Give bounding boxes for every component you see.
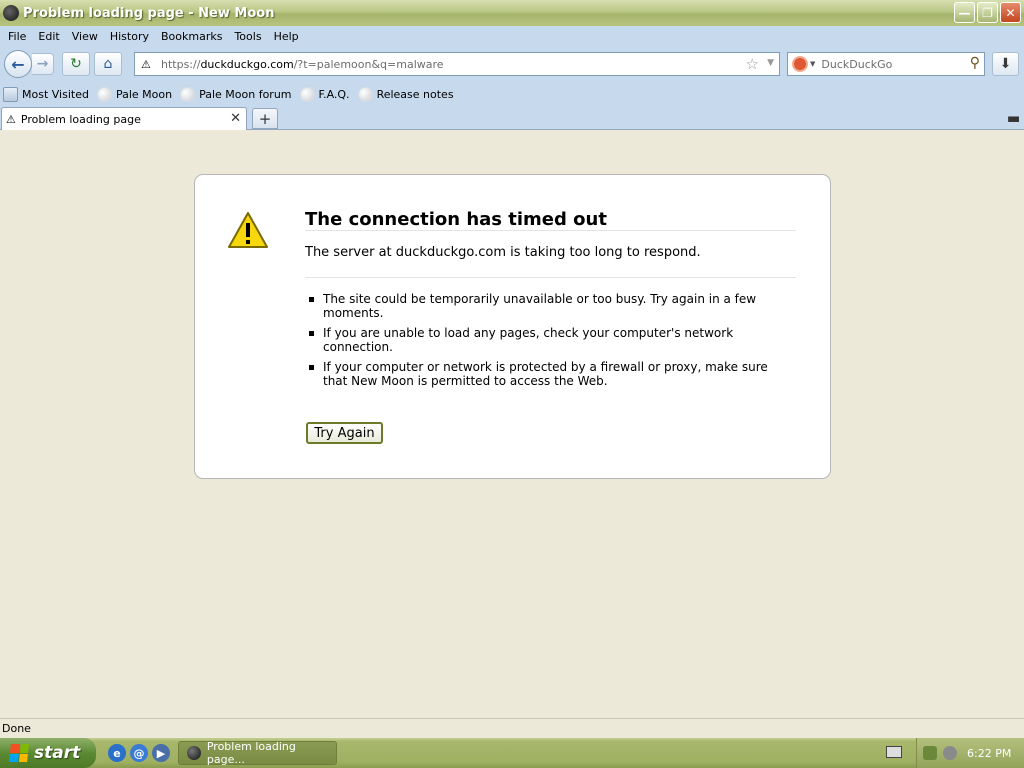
tab-close-icon[interactable]: ✕: [230, 111, 241, 126]
menu-file[interactable]: File: [2, 30, 32, 43]
internet-explorer-icon[interactable]: e: [108, 744, 126, 762]
url-path: /?t=palemoon&q=malware: [293, 57, 444, 71]
list-item: If your computer or network is protected…: [305, 360, 775, 388]
menu-bar: File Edit View History Bookmarks Tools H…: [0, 26, 1024, 46]
globe-icon: [299, 86, 315, 102]
network-icon[interactable]: [923, 746, 937, 760]
menu-view[interactable]: View: [66, 30, 104, 43]
bookmark-label: Pale Moon: [115, 87, 173, 101]
warning-icon[interactable]: ⚠: [141, 58, 155, 71]
tab-list-icon[interactable]: ▪▪: [1007, 112, 1020, 125]
restore-button[interactable]: ❐: [977, 2, 998, 23]
warning-icon: [228, 212, 268, 248]
bookmark-most-visited[interactable]: Most Visited: [3, 86, 89, 102]
outlook-express-icon[interactable]: @: [130, 744, 148, 762]
bookmark-star-icon[interactable]: ☆: [746, 55, 759, 73]
forward-button[interactable]: →: [32, 53, 54, 75]
navigation-toolbar: ← → ↻ ⌂ ⚠ https://duckduckgo.com/?t=pale…: [0, 46, 1024, 82]
bookmark-faq[interactable]: F.A.Q.: [299, 86, 350, 102]
status-bar: Done: [0, 718, 1024, 738]
error-suggestions-list: The site could be temporarily unavailabl…: [305, 292, 775, 394]
search-bar[interactable]: ▼ DuckDuckGo ⚲: [787, 52, 985, 76]
list-item: The site could be temporarily unavailabl…: [305, 292, 775, 320]
downloads-button[interactable]: ⬇: [992, 52, 1019, 76]
app-icon[interactable]: [3, 5, 19, 21]
start-label: start: [34, 743, 81, 763]
bookmark-pale-moon-forum[interactable]: Pale Moon forum: [180, 86, 292, 102]
try-again-button[interactable]: Try Again: [306, 422, 383, 444]
menu-help[interactable]: Help: [268, 30, 305, 43]
bookmark-label: F.A.Q.: [318, 87, 350, 101]
clock[interactable]: 6:22 PM: [967, 747, 1011, 760]
taskbar: start e @ ▶ Problem loading page... 6:22…: [0, 738, 1024, 768]
warning-icon: ⚠: [6, 112, 16, 126]
title-bar[interactable]: Problem loading page - New Moon — ❐ ✕: [0, 0, 1024, 26]
url-host: duckduckgo.com: [200, 57, 294, 71]
tab-bar: ⚠ Problem loading page ✕ + ▪▪: [0, 106, 1024, 130]
folder-icon: [3, 86, 18, 102]
window-controls: — ❐ ✕: [954, 2, 1021, 23]
globe-icon: [96, 86, 112, 102]
new-moon-icon: [187, 746, 201, 760]
url-bar[interactable]: ⚠ https://duckduckgo.com/?t=palemoon&q=m…: [134, 52, 780, 76]
keyboard-icon[interactable]: [886, 746, 902, 758]
bookmark-label: Pale Moon forum: [199, 87, 292, 101]
reload-button[interactable]: ↻: [62, 52, 90, 76]
window-title: Problem loading page - New Moon: [23, 5, 275, 21]
bookmark-label: Most Visited: [22, 87, 89, 101]
menu-bookmarks[interactable]: Bookmarks: [155, 30, 228, 43]
taskbar-window-button[interactable]: Problem loading page...: [178, 740, 337, 766]
error-short-description: The server at duckduckgo.com is taking t…: [305, 245, 701, 260]
divider: [305, 277, 796, 278]
back-button[interactable]: ←: [4, 50, 32, 78]
globe-icon: [180, 86, 196, 102]
globe-icon: [357, 86, 373, 102]
bookmark-pale-moon[interactable]: Pale Moon: [96, 86, 173, 102]
menu-tools[interactable]: Tools: [228, 30, 267, 43]
duckduckgo-icon[interactable]: [792, 56, 808, 72]
tab-label: Problem loading page: [20, 112, 141, 126]
menu-edit[interactable]: Edit: [32, 30, 65, 43]
system-tray: 6:22 PM: [916, 738, 1024, 768]
taskbar-window-label: Problem loading page...: [206, 740, 296, 766]
volume-icon[interactable]: [943, 746, 957, 760]
search-engine-dropdown-icon[interactable]: ▼: [810, 60, 815, 68]
windows-logo-icon: [9, 744, 29, 762]
bookmarks-toolbar: Most Visited Pale Moon Pale Moon forum F…: [0, 82, 1024, 106]
status-text: Done: [2, 722, 31, 735]
media-player-icon[interactable]: ▶: [152, 744, 170, 762]
start-button[interactable]: start: [0, 738, 96, 768]
error-title: The connection has timed out: [305, 209, 607, 230]
bookmark-label: Release notes: [376, 87, 454, 101]
error-page-container: The connection has timed out The server …: [194, 174, 831, 479]
home-button[interactable]: ⌂: [94, 52, 122, 76]
url-scheme: https://: [161, 57, 201, 71]
close-button[interactable]: ✕: [1000, 2, 1021, 23]
url-dropdown-icon[interactable]: ▼: [767, 58, 774, 68]
minimize-button[interactable]: —: [954, 2, 975, 23]
list-item: If you are unable to load any pages, che…: [305, 326, 775, 354]
search-placeholder: DuckDuckGo: [821, 57, 893, 71]
menu-history[interactable]: History: [104, 30, 155, 43]
page-content: The connection has timed out The server …: [0, 130, 1024, 718]
divider: [305, 230, 796, 231]
new-tab-button[interactable]: +: [252, 108, 278, 129]
tab-problem-loading[interactable]: ⚠ Problem loading page ✕: [1, 107, 247, 130]
bookmark-release-notes[interactable]: Release notes: [357, 86, 454, 102]
search-icon[interactable]: ⚲: [970, 55, 980, 71]
